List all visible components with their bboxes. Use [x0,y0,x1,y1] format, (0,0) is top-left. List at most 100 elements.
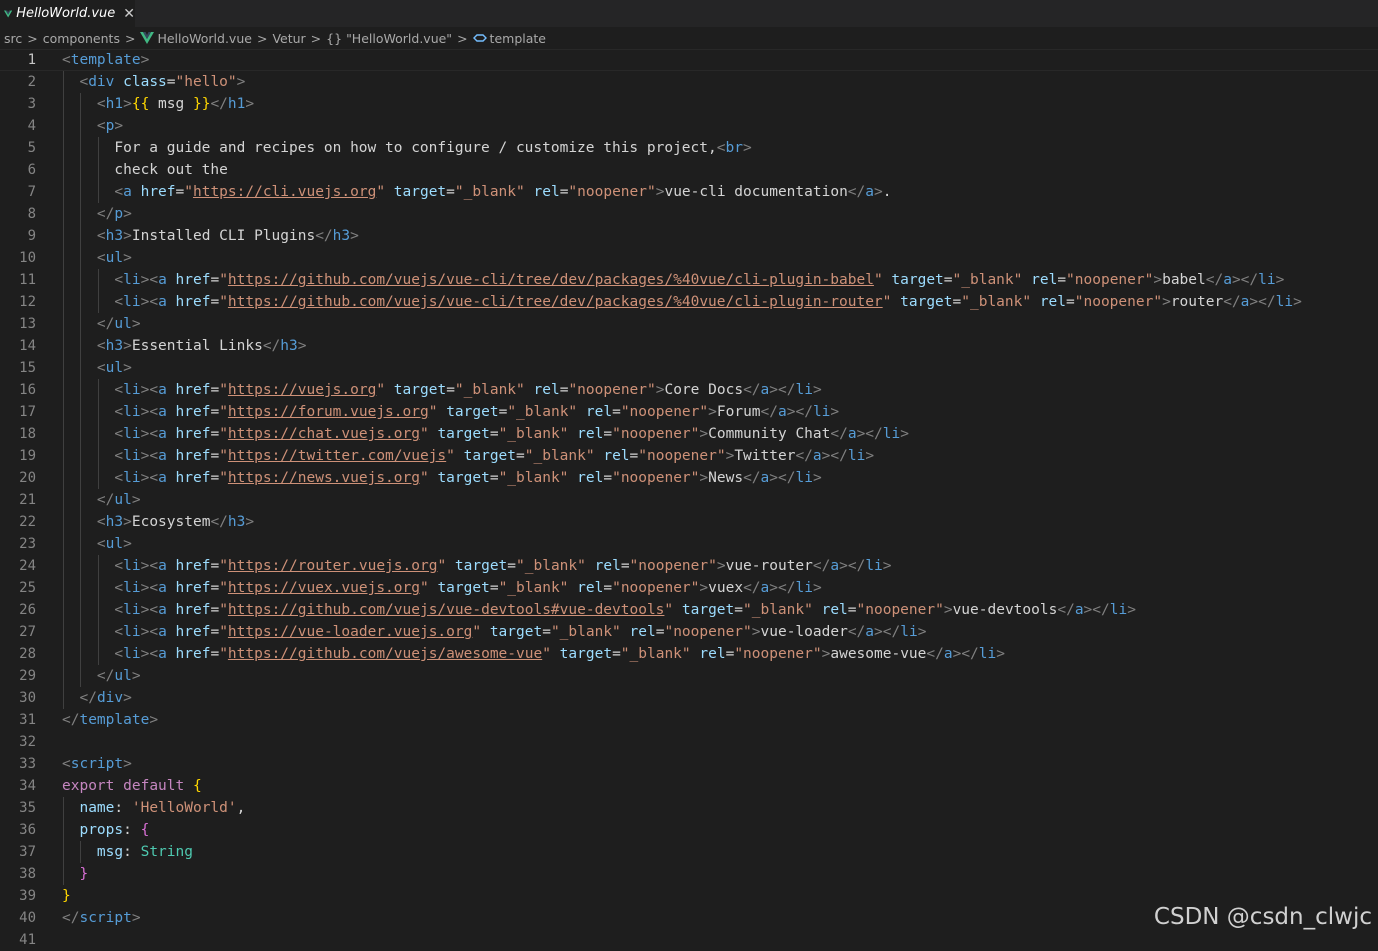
punctuation: < [96,250,106,266]
code-line[interactable]: 37 msg: String [0,841,1378,863]
code-line[interactable]: 25 <li><a href="https://vuex.vuejs.org" … [0,577,1378,599]
breadcrumb-template[interactable]: template [490,31,546,46]
code-line[interactable]: 18 <li><a href="https://chat.vuejs.org" … [0,423,1378,445]
tab-helloworld-vue[interactable]: HelloWorld.vue ✕ [0,0,135,27]
code-text: props: { [62,819,149,841]
code-line[interactable]: 23 <ul> [0,533,1378,555]
code-line[interactable]: 32 [0,731,1378,753]
code-editor[interactable]: 1 <template> 2 <div class="hello"> 3 <h1>{{… [0,49,1378,948]
code-line[interactable]: 2 <div class="hello"> [0,71,1378,93]
url-link[interactable]: https://forum.vuejs.org [228,404,429,420]
text [62,404,114,420]
code-line[interactable]: 13 </ul> [0,313,1378,335]
close-icon[interactable]: ✕ [123,6,135,22]
breadcrumb-src[interactable]: src [4,31,22,46]
punctuation: >< [140,382,159,398]
code-text: <ul> [62,357,132,379]
text [114,778,123,794]
code-line[interactable]: 35 name: 'HelloWorld', [0,797,1378,819]
text: = [603,580,613,596]
breadcrumb-components[interactable]: components [43,31,120,46]
code-line[interactable]: 12 <li><a href="https://github.com/vuejs… [0,291,1378,313]
code-text: </ul> [62,665,141,687]
attribute-name: href [175,272,211,288]
code-line[interactable]: 11 <li><a href="https://github.com/vuejs… [0,269,1378,291]
punctuation: >< [140,558,159,574]
string-literal: "_blank" [498,426,569,442]
text: Essential Links [131,338,263,354]
text [62,844,97,860]
code-line[interactable]: 22 <h3>Ecosystem</h3> [0,511,1378,533]
text [167,272,176,288]
code-line[interactable]: 31 </template> [0,709,1378,731]
url-link[interactable]: https://vuejs.org [228,382,376,398]
line-number: 38 [19,866,36,882]
code-line[interactable]: 3 <h1>{{ msg }}</h1> [0,93,1378,115]
text: = [489,426,499,442]
url-link[interactable]: https://news.vuejs.org [228,470,420,486]
url-link[interactable]: https://github.com/vuejs/vue-cli/tree/de… [228,294,883,310]
code-line[interactable]: 30 </div> [0,687,1378,709]
code-line[interactable]: 5 For a guide and recipes on how to conf… [0,137,1378,159]
code-line[interactable]: 21 </ul> [0,489,1378,511]
code-line[interactable]: 10 <ul> [0,247,1378,269]
text: Community Chat [708,426,831,442]
url-link[interactable]: https://vue-loader.vuejs.org [228,624,472,640]
code-line[interactable]: 28 <li><a href="https://github.com/vuejs… [0,643,1378,665]
url-link[interactable]: https://twitter.com/vuejs [228,448,446,464]
code-line[interactable]: 27 <li><a href="https://vue-loader.vuejs… [0,621,1378,643]
breadcrumb-symbol[interactable]: "HelloWorld.vue" [346,31,452,46]
code-line[interactable]: 17 <li><a href="https://forum.vuejs.org"… [0,401,1378,423]
code-text: <li><a href="https://router.vuejs.org" t… [62,555,891,577]
tag-name: a [760,382,770,398]
string-literal: "noopener" [629,558,717,574]
text: check out the [62,162,228,178]
text: = [166,74,176,90]
code-line[interactable]: 36 props: { [0,819,1378,841]
url-link[interactable]: https://chat.vuejs.org [228,426,420,442]
code-line[interactable]: 24 <li><a href="https://router.vuejs.org… [0,555,1378,577]
tag-name: ul [105,536,124,552]
string-literal: "_blank" [550,624,621,640]
code-line[interactable]: 20 <li><a href="https://news.vuejs.org" … [0,467,1378,489]
punctuation: </ [210,96,228,112]
code-line[interactable]: 14 <h3>Essential Links</h3> [0,335,1378,357]
line-number: 24 [19,558,36,574]
code-line[interactable]: 1 <template> [0,49,1378,71]
code-line[interactable]: 8 </p> [0,203,1378,225]
code-line[interactable]: 16 <li><a href="https://vuejs.org" targe… [0,379,1378,401]
breadcrumb-file[interactable]: HelloWorld.vue [157,31,252,46]
breadcrumb-vetur[interactable]: Vetur [272,31,305,46]
url-link[interactable]: https://cli.vuejs.org [193,184,376,200]
url-link[interactable]: https://github.com/vuejs/vue-cli/tree/de… [228,272,874,288]
line-number: 33 [19,756,36,772]
code-line[interactable]: 6 check out the [0,159,1378,181]
code-line[interactable]: 34 export default { [0,775,1378,797]
url-link[interactable]: https://router.vuejs.org [228,558,438,574]
code-line[interactable]: 19 <li><a href="https://twitter.com/vuej… [0,445,1378,467]
code-line[interactable]: 7 <a href="https://cli.vuejs.org" target… [0,181,1378,203]
string-literal: " [419,580,429,596]
text: = [542,624,551,640]
attribute-name: rel [594,558,621,574]
punctuation: > [123,206,132,222]
code-line[interactable]: 15 <ul> [0,357,1378,379]
code-line[interactable]: 26 <li><a href="https://github.com/vuejs… [0,599,1378,621]
code-line[interactable]: 4 <p> [0,115,1378,137]
punctuation: > [1127,602,1136,618]
text [62,822,79,838]
url-link[interactable]: https://github.com/vuejs/awesome-vue [228,646,542,662]
tag-name: a [1074,602,1084,618]
text: = [952,294,962,310]
tag-name: li [978,646,997,662]
text: = [210,382,220,398]
punctuation: </ [743,470,761,486]
url-link[interactable]: https://vuex.vuejs.org [228,580,420,596]
code-line[interactable]: 33 <script> [0,753,1378,775]
url-link[interactable]: https://github.com/vuejs/vue-devtools#vu… [228,602,665,618]
code-line[interactable]: 38 } [0,863,1378,885]
code-line[interactable]: 41 [0,929,1378,951]
string-literal: "noopener" [612,470,700,486]
code-line[interactable]: 9 <h3>Installed CLI Plugins</h3> [0,225,1378,247]
code-line[interactable]: 29 </ul> [0,665,1378,687]
